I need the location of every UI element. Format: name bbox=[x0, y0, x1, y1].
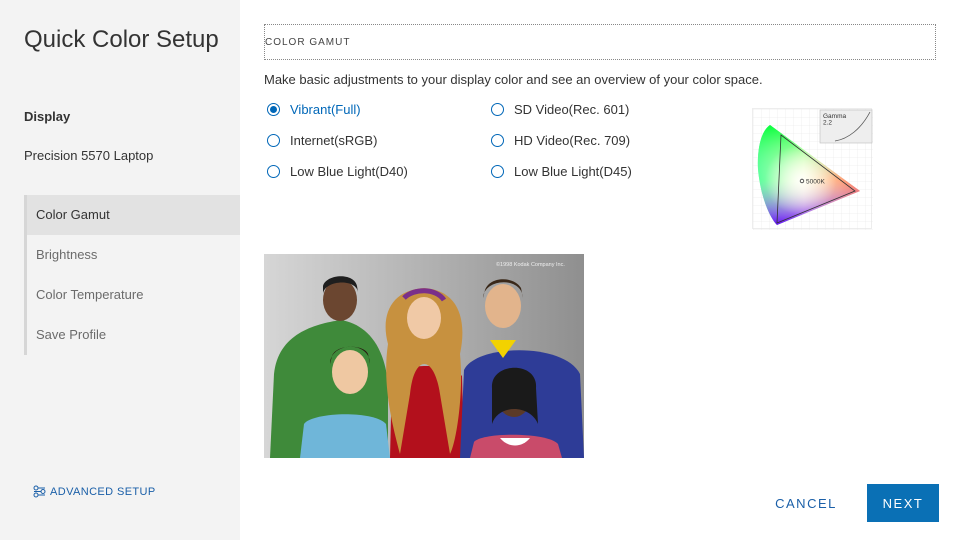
option-internet-srgb[interactable]: Internet(sRGB) bbox=[267, 133, 377, 148]
radio-unchecked-icon bbox=[267, 165, 280, 178]
color-gamut-preview: 5000K Gamma 2.2 bbox=[752, 108, 873, 230]
section-header: COLOR GAMUT bbox=[264, 24, 936, 60]
radio-checked-icon bbox=[267, 103, 280, 116]
settings-nodes-icon bbox=[33, 485, 46, 498]
section-description: Make basic adjustments to your display c… bbox=[264, 72, 763, 87]
radio-unchecked-icon bbox=[267, 134, 280, 147]
option-sd-video-rec601[interactable]: SD Video(Rec. 601) bbox=[491, 102, 629, 117]
radio-unchecked-icon bbox=[491, 134, 504, 147]
step-save-profile[interactable]: Save Profile bbox=[27, 315, 240, 355]
next-button[interactable]: NEXT bbox=[867, 484, 939, 522]
advanced-setup-label: ADVANCED SETUP bbox=[50, 485, 156, 498]
option-label: SD Video(Rec. 601) bbox=[514, 102, 630, 117]
sample-photo: ©1998 Kodak Company Inc. bbox=[264, 254, 584, 458]
step-navigation: Color Gamut Brightness Color Temperature… bbox=[24, 195, 240, 355]
option-vibrant-full[interactable]: Vibrant(Full) bbox=[267, 102, 361, 117]
radio-unchecked-icon bbox=[491, 103, 504, 116]
cancel-button[interactable]: CANCEL bbox=[766, 484, 846, 522]
whitepoint-label: 5000K bbox=[806, 179, 825, 186]
option-low-blue-light-d45[interactable]: Low Blue Light(D45) bbox=[491, 164, 632, 179]
option-hd-video-rec709[interactable]: HD Video(Rec. 709) bbox=[491, 133, 630, 148]
option-label: Vibrant(Full) bbox=[290, 102, 361, 117]
step-color-gamut[interactable]: Color Gamut bbox=[27, 195, 240, 235]
option-low-blue-light-d40[interactable]: Low Blue Light(D40) bbox=[267, 164, 408, 179]
option-label: Low Blue Light(D40) bbox=[290, 164, 408, 179]
sidebar: Quick Color Setup Display Precision 5570… bbox=[0, 0, 240, 540]
gamma-value: 2.2 bbox=[823, 120, 832, 127]
option-label: Internet(sRGB) bbox=[290, 133, 378, 148]
photo-caption: ©1998 Kodak Company Inc. bbox=[496, 261, 565, 268]
display-model: Precision 5570 Laptop bbox=[24, 148, 154, 163]
step-color-temperature[interactable]: Color Temperature bbox=[27, 275, 240, 315]
step-brightness[interactable]: Brightness bbox=[27, 235, 240, 275]
display-label: Display bbox=[24, 109, 71, 124]
section-title: COLOR GAMUT bbox=[265, 37, 351, 48]
advanced-setup-link[interactable]: ADVANCED SETUP bbox=[33, 485, 156, 498]
app-title: Quick Color Setup bbox=[24, 26, 219, 53]
option-label: HD Video(Rec. 709) bbox=[514, 133, 631, 148]
radio-unchecked-icon bbox=[491, 165, 504, 178]
option-label: Low Blue Light(D45) bbox=[514, 164, 632, 179]
